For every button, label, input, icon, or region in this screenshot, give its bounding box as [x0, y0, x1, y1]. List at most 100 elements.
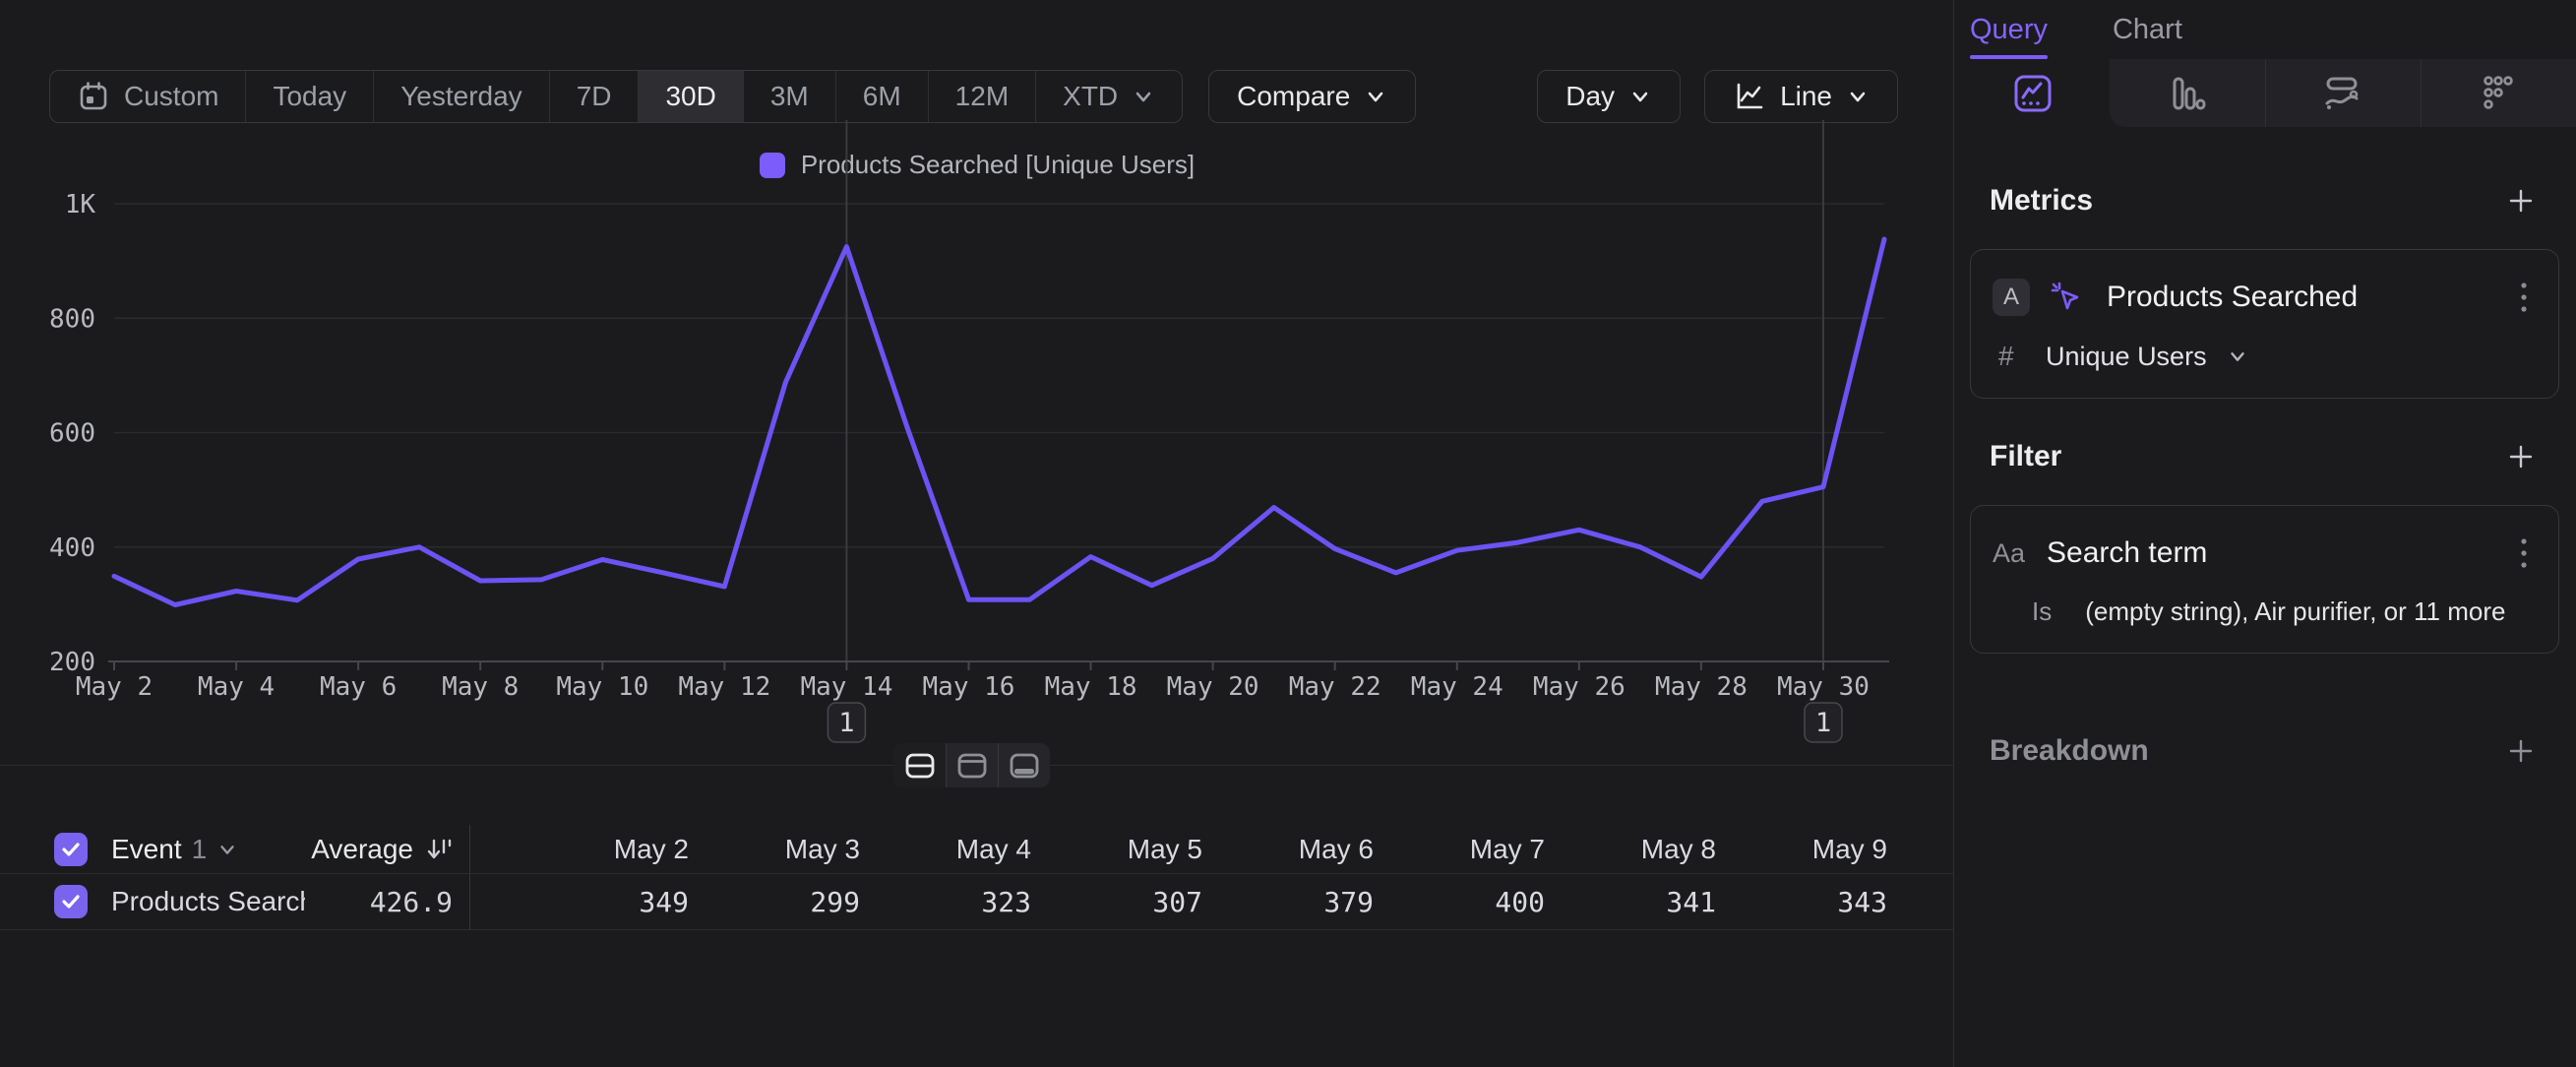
view-toggle-split-view[interactable] [893, 743, 946, 787]
metric-card[interactable]: A Products Searched # Unique Users [1970, 249, 2559, 399]
active-tab-underline [1970, 55, 2048, 59]
chevron-down-icon [216, 839, 238, 860]
date-header[interactable]: May 9 [1716, 834, 1887, 865]
tab-funnels[interactable] [2110, 59, 2264, 127]
average-header-cell[interactable]: Average [305, 834, 453, 865]
cell-value: 323 [860, 886, 1031, 918]
view-toggle [893, 743, 1050, 787]
y-tick-label: 400 [49, 534, 95, 563]
select-all-checkbox[interactable] [54, 833, 88, 866]
annotation-badge-label: 1 [1815, 708, 1831, 738]
breakdown-heading-row: Breakdown [1955, 734, 2576, 768]
table-data-row[interactable]: Products Searched [Un... 426.9 349299323… [0, 874, 1954, 930]
cell-value: 341 [1545, 886, 1716, 918]
filter-card[interactable]: Aa Search term Is (empty string), Air pu… [1970, 505, 2559, 654]
metric-menu-button[interactable] [2515, 276, 2533, 319]
x-tick-label: May 6 [320, 672, 397, 702]
x-tick-label: May 18 [1045, 672, 1137, 702]
tab-retention[interactable] [2421, 59, 2576, 127]
table-header-row: Event 1 Average May 2May 3May 4May 5May … [0, 825, 1954, 874]
event-header-cell: Event 1 [0, 833, 305, 866]
plus-icon [2505, 185, 2537, 217]
x-tick-label: May 12 [678, 672, 770, 702]
metrics-heading-row: Metrics [1955, 184, 2576, 218]
column-divider [469, 825, 470, 873]
series-line[interactable] [114, 239, 1884, 605]
event-header-label-group[interactable]: Event 1 [111, 834, 238, 865]
cell-value: 379 [1202, 886, 1374, 918]
filter-condition-row[interactable]: Is (empty string), Air purifier, or 11 m… [1993, 596, 2533, 627]
x-tick-label: May 14 [800, 672, 892, 702]
x-tick-label: May 4 [198, 672, 275, 702]
add-filter-button[interactable] [2505, 441, 2537, 472]
view-toggle-table-only[interactable] [998, 743, 1050, 787]
sidebar-tabs: Query Chart [1955, 0, 2576, 59]
view-toggle-chart-only[interactable] [946, 743, 998, 787]
main-panel: CustomTodayYesterday7D30D3M6M12MXTD Comp… [0, 0, 1954, 1067]
filter-heading-row: Filter [1955, 440, 2576, 473]
date-header[interactable]: May 2 [518, 834, 689, 865]
string-property-icon: Aa [1993, 538, 2025, 569]
y-tick-label: 1K [65, 190, 96, 220]
average-header-label: Average [311, 834, 413, 865]
average-value: 426.9 [370, 886, 453, 918]
add-metric-button[interactable] [2505, 185, 2537, 217]
date-header[interactable]: May 6 [1202, 834, 1374, 865]
y-tick-label: 800 [49, 304, 95, 334]
tab-query[interactable]: Query [1970, 14, 2048, 59]
results-table: Event 1 Average May 2May 3May 4May 5May … [0, 825, 1954, 930]
sort-descending-icon [425, 836, 453, 863]
x-tick-label: May 8 [442, 672, 519, 702]
metric-name: Products Searched [2107, 281, 2497, 314]
aggregation-row[interactable]: # Unique Users [1993, 341, 2533, 372]
date-header[interactable]: May 8 [1545, 834, 1716, 865]
aggregation-label: Unique Users [2046, 342, 2207, 372]
cell-value: 349 [518, 886, 689, 918]
date-header[interactable]: May 4 [860, 834, 1031, 865]
date-value-cells: 349299323307379400341343 [518, 886, 1887, 918]
cell-value: 343 [1716, 886, 1887, 918]
event-cursor-icon [2048, 279, 2085, 316]
split-view-icon [903, 749, 937, 783]
check-icon [60, 839, 82, 860]
plus-icon [2505, 441, 2537, 472]
tab-flows[interactable] [2265, 59, 2421, 127]
table-only-icon [1008, 749, 1041, 783]
y-tick-label: 600 [49, 419, 95, 449]
date-header-cells: May 2May 3May 4May 5May 6May 7May 8May 9 [518, 834, 1887, 865]
insights-icon [2011, 72, 2055, 115]
filter-heading: Filter [1990, 440, 2061, 473]
flows-icon [2321, 72, 2364, 115]
metrics-heading: Metrics [1990, 184, 2093, 218]
chart-only-icon [955, 749, 989, 783]
event-name: Products Searched [Un... [111, 886, 305, 917]
cell-value: 400 [1374, 886, 1545, 918]
x-tick-label: May 10 [556, 672, 648, 702]
report-type-tabs [1955, 59, 2576, 127]
add-breakdown-button[interactable] [2505, 735, 2537, 767]
row-checkbox[interactable] [54, 885, 88, 918]
filter-menu-button[interactable] [2515, 532, 2533, 575]
event-header-label: Event [111, 834, 182, 865]
tab-query-label: Query [1970, 14, 2048, 45]
cell-value: 307 [1031, 886, 1202, 918]
chevron-down-icon [2227, 345, 2248, 367]
annotation-badge-label: 1 [838, 708, 854, 738]
hash-icon: # [1998, 341, 2026, 372]
bar-chart-icon [2166, 72, 2209, 115]
date-header[interactable]: May 5 [1031, 834, 1202, 865]
tab-chart[interactable]: Chart [2113, 14, 2182, 59]
date-header[interactable]: May 3 [689, 834, 860, 865]
x-tick-label: May 16 [923, 672, 1015, 702]
filter-value: (empty string), Air purifier, or 11 more [2085, 596, 2505, 627]
date-header[interactable]: May 7 [1374, 834, 1545, 865]
x-tick-label: May 2 [76, 672, 153, 702]
event-count: 1 [192, 834, 208, 865]
metric-letter-badge: A [1993, 279, 2030, 316]
tab-insights[interactable] [1955, 59, 2110, 127]
cell-value: 299 [689, 886, 860, 918]
event-name-cell: Products Searched [Un... [0, 885, 305, 918]
line-chart[interactable]: 2004006008001KMay 2May 4May 6May 8May 10… [0, 0, 1954, 768]
x-tick-label: May 22 [1289, 672, 1381, 702]
breakdown-heading: Breakdown [1990, 734, 2149, 768]
